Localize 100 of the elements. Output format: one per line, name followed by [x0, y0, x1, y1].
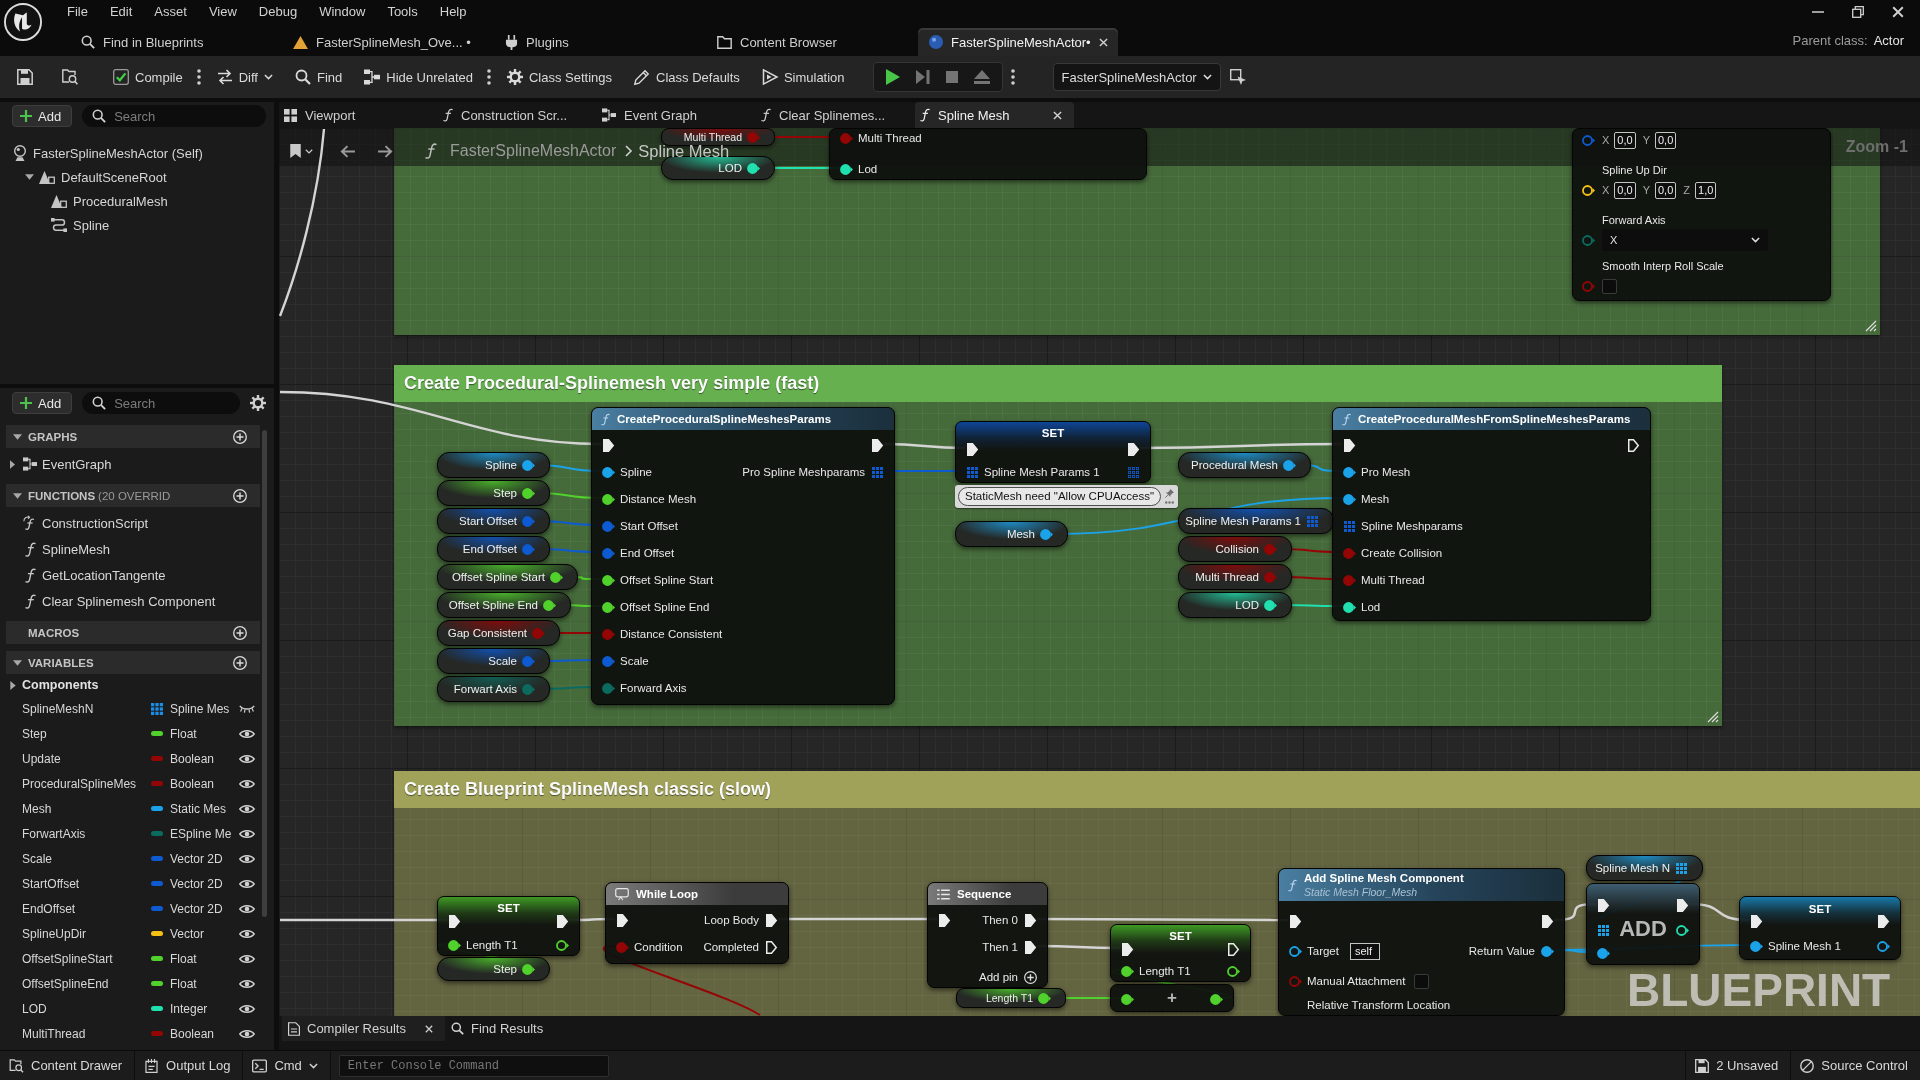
- find-button[interactable]: Find: [288, 62, 349, 92]
- data-pin-icon[interactable]: [1037, 992, 1051, 1004]
- data-pin-icon[interactable]: [1342, 601, 1356, 613]
- eye-icon[interactable]: [239, 978, 255, 989]
- variable-node[interactable]: Mesh: [955, 521, 1068, 547]
- resize-grip-icon[interactable]: [1708, 712, 1718, 722]
- add-circle-icon[interactable]: [233, 655, 247, 670]
- data-pin-icon[interactable]: [1342, 493, 1356, 505]
- class-defaults-button[interactable]: Class Defaults: [628, 62, 746, 92]
- function-node[interactable]: CreateProceduralMeshFromSplineMeshesParams Pro Mesh Mesh Spline Meshparams Create Collision Multi Thread Lod: [1332, 407, 1651, 621]
- variable-node[interactable]: Spline Mesh Params 1: [1178, 508, 1334, 534]
- output-log-button[interactable]: Output Log: [135, 1051, 244, 1080]
- section-header[interactable]: FUNCTIONS (20 OVERRID: [6, 484, 260, 507]
- variable-name[interactable]: LOD: [22, 1001, 148, 1016]
- eye-icon[interactable]: [239, 778, 255, 789]
- data-pin-icon[interactable]: [1288, 945, 1302, 957]
- variable-node[interactable]: Offset Spline End: [437, 592, 571, 618]
- set-node[interactable]: SET Length T1: [1110, 924, 1251, 982]
- restore-icon[interactable]: [1852, 6, 1864, 18]
- variable-name[interactable]: Scale: [22, 851, 148, 866]
- panel-tab[interactable]: Find Results: [445, 1016, 554, 1041]
- bookmark-icon[interactable]: [290, 144, 301, 158]
- close-icon[interactable]: [1099, 37, 1108, 47]
- eye-icon[interactable]: [239, 928, 255, 939]
- section-header[interactable]: VARIABLES: [6, 651, 260, 674]
- search-field[interactable]: Search: [82, 105, 266, 127]
- variable-name[interactable]: ProceduralSplineMes: [22, 776, 148, 791]
- exec-pin-icon[interactable]: [1627, 438, 1639, 452]
- list-item[interactable]: GetLocationTangente: [0, 562, 274, 588]
- variable-name[interactable]: OffsetSplineEnd: [22, 976, 148, 991]
- menu-item[interactable]: Debug: [247, 4, 309, 20]
- class-settings-button[interactable]: Class Settings: [500, 62, 619, 92]
- node-header[interactable]: CreateProceduralSplineMeshesParams: [592, 408, 894, 430]
- exec-pin-icon[interactable]: [1343, 438, 1355, 452]
- chevron-down-icon[interactable]: [305, 148, 313, 154]
- add-circle-icon[interactable]: [233, 625, 247, 640]
- exec-pin-icon[interactable]: [1121, 942, 1133, 956]
- eye-icon[interactable]: [239, 803, 255, 814]
- exec-pin-icon[interactable]: [871, 438, 883, 452]
- console-input[interactable]: Enter Console Command: [338, 1054, 609, 1077]
- list-item[interactable]: ConstructionScript: [0, 510, 274, 536]
- simulation-button[interactable]: Simulation: [755, 62, 851, 92]
- exec-pin-icon[interactable]: [765, 940, 777, 954]
- eye-icon[interactable]: [239, 878, 255, 889]
- function-node[interactable]: CreateProceduralSplineMeshesParams Spline Pro Spline Meshparams Distance Mesh Start Offset End Offset Offset Spline Start Offset Spline End Distance Consistent Scale Forward Axis: [591, 407, 895, 705]
- more-options-icon[interactable]: [196, 69, 201, 85]
- menu-item[interactable]: Edit: [98, 4, 144, 20]
- play-icon[interactable]: [885, 69, 900, 85]
- data-pin-icon[interactable]: [542, 599, 556, 611]
- data-pin-icon[interactable]: [601, 493, 615, 505]
- document-tab[interactable]: Viewport: [279, 102, 438, 128]
- breadcrumb-link[interactable]: FasterSplineMeshActor: [450, 142, 617, 160]
- eye-icon[interactable]: [239, 1003, 255, 1014]
- eye-icon[interactable]: [239, 1028, 255, 1039]
- add-circle-icon[interactable]: [233, 488, 247, 503]
- function-node[interactable]: Add Spline Mesh Component Static Mesh Floor_Mesh Target self Return Value Manual Attachment Relative Transform Location: [1278, 868, 1565, 1016]
- forward-arrow-icon[interactable]: [378, 144, 393, 158]
- tree-item[interactable]: Spline: [0, 213, 274, 237]
- macro-node[interactable]: While Loop Loop Body Condition Completed: [605, 882, 789, 964]
- node-header[interactable]: Sequence: [928, 883, 1047, 905]
- number-field[interactable]: 0,0: [1614, 181, 1636, 199]
- parent-class-link[interactable]: Actor: [1873, 32, 1904, 48]
- data-pin-icon[interactable]: [521, 487, 535, 499]
- variable-name[interactable]: OffsetSplineStart: [22, 951, 148, 966]
- variable-name[interactable]: StartOffset: [22, 876, 148, 891]
- dropdown[interactable]: X: [1602, 229, 1768, 251]
- data-pin-icon[interactable]: [1749, 940, 1763, 952]
- add-button[interactable]: Add: [12, 392, 73, 414]
- data-pin-icon[interactable]: [601, 601, 615, 613]
- tree-item[interactable]: FasterSplineMeshActor (Self): [0, 141, 274, 165]
- ellipsis-icon[interactable]: [1165, 501, 1175, 504]
- app-tab[interactable]: Content Browser: [706, 28, 906, 56]
- variable-name[interactable]: SplineMeshN: [22, 701, 148, 716]
- pushpin-icon[interactable]: [1165, 489, 1175, 498]
- exec-pin-icon[interactable]: [1750, 914, 1762, 928]
- variable-node[interactable]: LOD: [1178, 592, 1292, 618]
- menu-item[interactable]: Window: [308, 4, 377, 20]
- eye-icon[interactable]: [239, 903, 255, 914]
- list-item[interactable]: EventGraph: [0, 451, 274, 477]
- node-header[interactable]: CreateProceduralMeshFromSplineMeshesParams: [1333, 408, 1650, 430]
- unsaved-button[interactable]: 2 Unsaved: [1685, 1051, 1791, 1080]
- variable-name[interactable]: Update: [22, 751, 148, 766]
- variable-node[interactable]: Step: [437, 480, 550, 506]
- hide-unrelated-button[interactable]: Hide Unrelated: [358, 62, 479, 92]
- variable-node[interactable]: Multi Thread: [1178, 564, 1292, 590]
- data-pin-icon[interactable]: [521, 459, 535, 471]
- logo-icon[interactable]: [4, 3, 42, 41]
- close-icon[interactable]: [1892, 6, 1904, 18]
- app-tab[interactable]: FasterSplineMesh_Ove... •: [282, 28, 482, 56]
- data-pin-icon[interactable]: [447, 939, 461, 951]
- save-icon[interactable]: [17, 69, 33, 85]
- document-tab[interactable]: Construction Scr...: [438, 102, 597, 128]
- document-tab[interactable]: Spline Mesh: [915, 102, 1074, 128]
- array-pin-icon[interactable]: [1127, 466, 1139, 478]
- more-options-icon[interactable]: [486, 69, 491, 85]
- add-circle-icon[interactable]: [1023, 970, 1037, 984]
- data-pin-icon[interactable]: [839, 163, 853, 175]
- exec-pin-icon[interactable]: [1877, 914, 1889, 928]
- variable-name[interactable]: EndOffset: [22, 901, 148, 916]
- eye-icon[interactable]: [239, 828, 255, 839]
